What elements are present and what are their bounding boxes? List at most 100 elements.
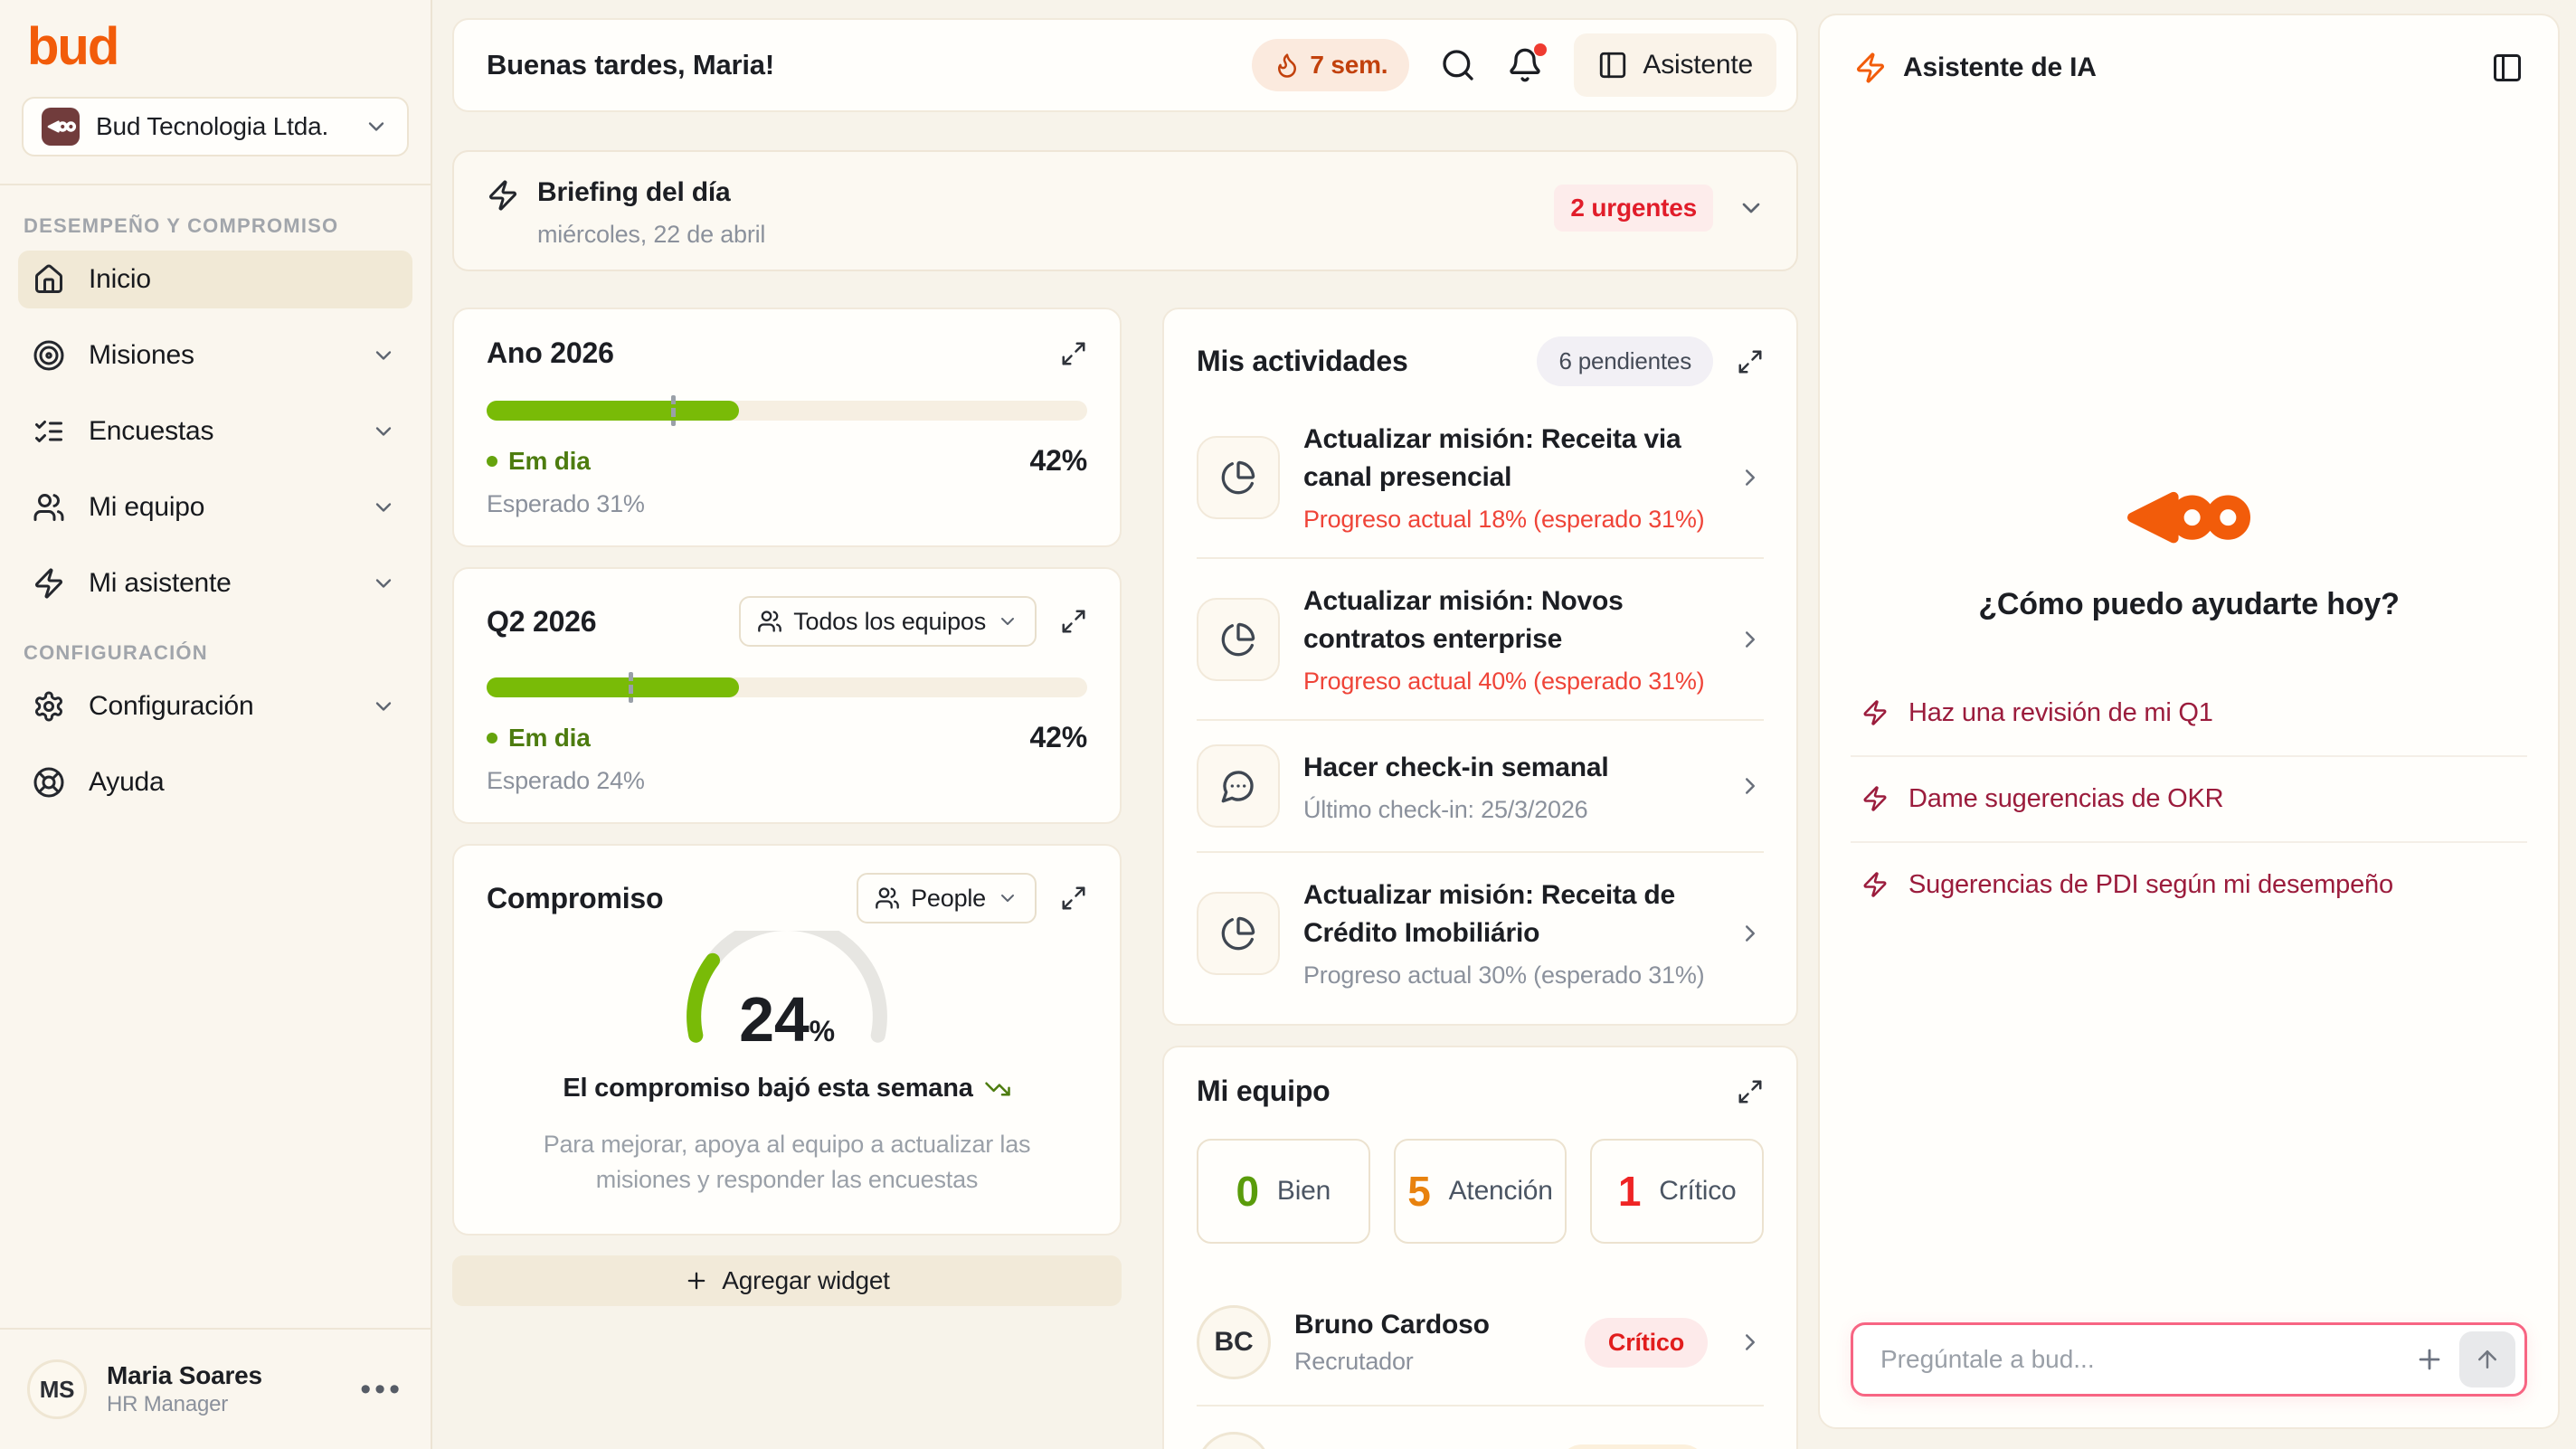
sidebar-item-label: Mi equipo [89,492,205,522]
lightning-icon [1861,785,1889,812]
chevron-down-icon[interactable] [1737,194,1766,223]
sidebar-item-label: Configuración [89,691,254,721]
sidebar-item-configuracion[interactable]: Configuración [18,677,412,735]
status-on-track: Em dia [487,724,591,753]
section-label-config: CONFIGURACIÓN [24,641,208,664]
widget-ano-2026: Ano 2026 Em dia 42% Esperado 31% [452,308,1122,547]
widget-title: Mi equipo [1197,1075,1331,1107]
sidebar-item-label: Misiones [89,340,194,370]
add-widget-button[interactable]: Agregar widget [452,1255,1122,1307]
suggestion-label: Sugerencias de PDI según mi desempeño [1908,869,2393,899]
sidebar-item-misiones[interactable]: Misiones [18,327,412,384]
chevron-right-icon [1737,772,1764,800]
widget-compromiso: Compromiso People 24% El compromiso bajó… [452,844,1122,1236]
chevron-down-icon [371,419,396,444]
activity-progress: Progreso actual 40% (esperado 31%) [1303,668,1705,695]
widget-title: Compromiso [487,881,664,914]
sidebar-item-encuestas[interactable]: Encuestas [18,402,412,460]
expected-marker [670,395,676,426]
activity-title: Hacer check-in semanal [1303,752,1609,782]
chevron-right-icon [1737,464,1764,491]
team-filter-value: Todos los equipos [793,607,986,635]
streak-badge[interactable]: 7 sem. [1252,39,1410,91]
suggestion-q1-review[interactable]: Haz una revisión de mi Q1 [1851,671,2527,755]
suggestion-okr[interactable]: Dame sugerencias de OKR [1851,754,2527,841]
sidebar-item-ayuda[interactable]: Ayuda [18,753,412,811]
chevron-right-icon [1737,1329,1764,1356]
mission-pie-icon [1197,891,1280,975]
ai-chat-input[interactable] [1880,1345,2434,1374]
checklist-icon [33,415,65,448]
people-filter-dropdown[interactable]: People [857,873,1037,923]
suggestion-label: Dame sugerencias de OKR [1908,783,2224,813]
activity-title: Actualizar misión: Novos contratos enter… [1303,586,1624,654]
expected-label: Esperado 31% [487,490,645,517]
widget-q2-2026: Q2 2026 Todos los equipos Em dia 42% Esp… [452,567,1122,824]
progress-value: 42% [1029,444,1088,477]
sidebar-item-mi-asistente[interactable]: Mi asistente [18,554,412,612]
stat-bien[interactable]: 0 Bien [1197,1139,1370,1244]
sidebar-divider [0,184,431,185]
widget-title: Mis actividades [1197,345,1408,377]
activity-row[interactable]: Actualizar misión: Receita via canal pre… [1197,397,1764,557]
avatar: MS [27,1359,87,1419]
activity-progress: Progreso actual 18% (esperado 31%) [1303,506,1705,533]
add-widget-label: Agregar widget [722,1266,890,1295]
company-name: Bud Tecnologia Ltda. [96,112,329,140]
briefing-date: miércoles, 22 de abril [537,221,766,248]
expected-marker [629,672,634,703]
expand-icon[interactable] [1060,340,1087,367]
suggestion-pdi[interactable]: Sugerencias de PDI según mi desempeño [1851,840,2527,927]
team-member-row[interactable]: BC Bruno Cardoso Recrutador Crítico [1197,1280,1764,1405]
ai-welcome-title: ¿Cómo puedo ayudarte hoy? [1978,586,2400,621]
company-selector[interactable]: Bud Tecnologia Ltda. [22,97,409,156]
attach-plus-icon[interactable] [2414,1344,2445,1375]
stat-label: Crítico [1659,1176,1737,1206]
users-icon [757,609,782,634]
send-button[interactable] [2459,1331,2515,1387]
search-icon[interactable] [1440,47,1476,83]
app-root: bud Bud Tecnologia Ltda. DESEMPEÑO Y COM… [0,0,2576,1449]
lightning-icon [1861,871,1889,898]
activity-row[interactable]: Hacer check-in semanal Último check-in: … [1197,719,1764,851]
bell-icon[interactable] [1507,43,1548,83]
sidebar: bud Bud Tecnologia Ltda. DESEMPEÑO Y COM… [0,0,432,1449]
sidebar-item-label: Mi asistente [89,568,232,598]
briefing-card[interactable]: Briefing del día miércoles, 22 de abril … [452,150,1798,271]
team-member-row[interactable]: CS Carla Santos Atención [1197,1405,1764,1449]
member-status-badge: Atención [1558,1444,1708,1449]
progress-bar [487,395,1087,426]
assistant-button[interactable]: Asistente [1574,33,1776,97]
panel-icon [1597,50,1628,80]
activity-row[interactable]: Actualizar misión: Receita de Crédito Im… [1197,851,1764,1013]
ai-suggestions: Haz una revisión de mi Q1 Dame sugerenci… [1851,671,2527,927]
expand-icon[interactable] [1737,1078,1764,1105]
user-menu-button[interactable]: ••• [360,1372,403,1407]
greeting-title: Buenas tardes, Maria! [487,49,774,80]
expand-icon[interactable] [1060,608,1087,635]
progress-fill [487,401,739,421]
engagement-value: 24 [739,984,810,1055]
activity-progress: Progreso actual 30% (esperado 31%) [1303,961,1705,989]
team-filter-dropdown[interactable]: Todos los equipos [739,596,1037,647]
bud-glasses-logo [1851,479,2527,555]
stat-value: 1 [1617,1168,1642,1215]
company-logo-icon [42,108,80,146]
stat-atencion[interactable]: 5 Atención [1393,1139,1567,1244]
user-profile[interactable]: MS Maria Soares HR Manager ••• [0,1328,431,1449]
activity-progress: Último check-in: 25/3/2026 [1303,795,1588,823]
expand-icon[interactable] [1737,348,1764,375]
activity-row[interactable]: Actualizar misión: Novos contratos enter… [1197,557,1764,719]
widget-mi-equipo: Mi equipo 0 Bien 5 Atención 1 Crítico BC… [1162,1046,1798,1449]
arrow-up-icon [2474,1346,2501,1373]
sidebar-item-inicio[interactable]: Inicio [18,251,412,308]
expand-icon[interactable] [1060,885,1087,912]
engagement-hint: Para mejorar, apoya al equipo a actualiz… [543,1131,1031,1194]
sidebar-item-mi-equipo[interactable]: Mi equipo [18,478,412,536]
sidebar-item-label: Inicio [89,264,151,294]
stat-critico[interactable]: 1 Crítico [1590,1139,1765,1244]
home-icon [33,263,65,296]
panel-collapse-icon[interactable] [2491,52,2524,84]
page-header: Buenas tardes, Maria! 7 sem. Asistente [452,18,1798,112]
urgent-badge[interactable]: 2 urgentes [1554,185,1713,232]
